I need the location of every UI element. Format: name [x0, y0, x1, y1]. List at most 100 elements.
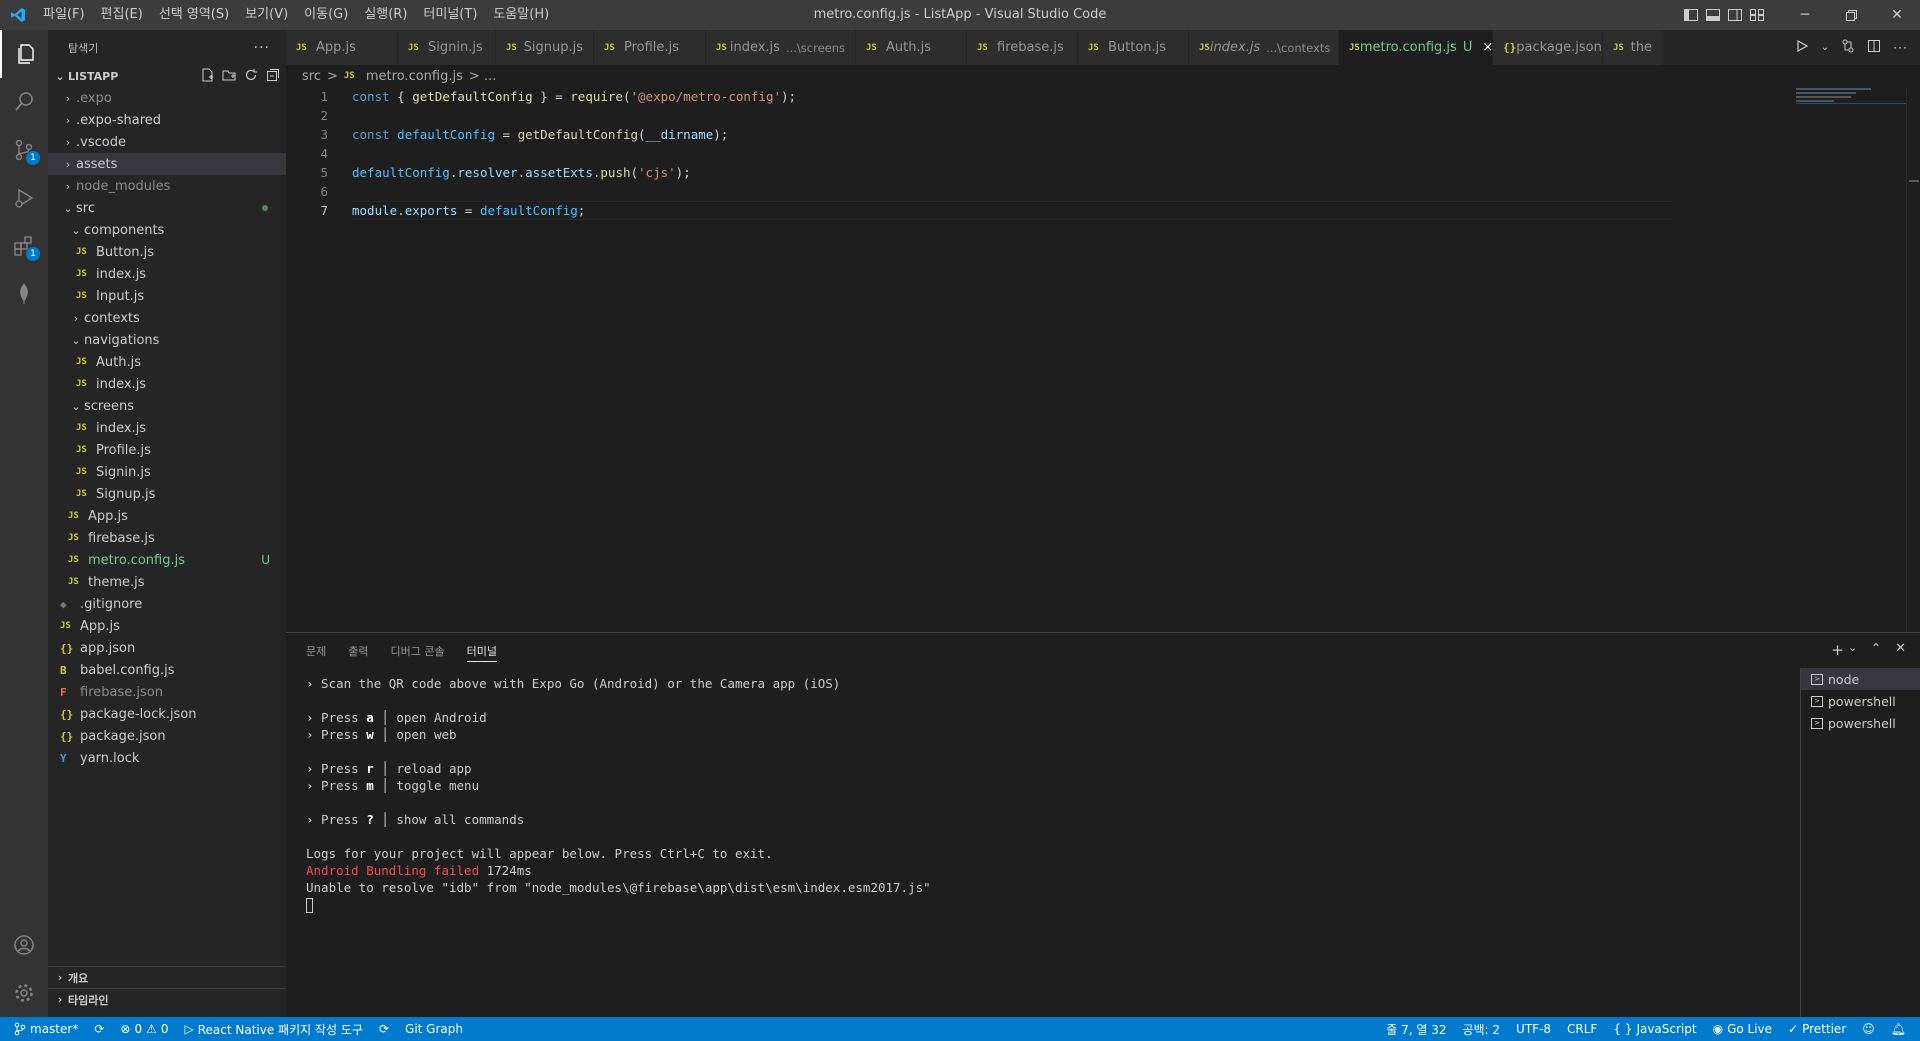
feedback-icon[interactable]: ☺: [1854, 1017, 1883, 1041]
tree-file[interactable]: JS firebase.js: [48, 527, 286, 549]
encoding[interactable]: UTF-8: [1508, 1017, 1559, 1041]
breadcrumb-file[interactable]: metro.config.js: [366, 69, 463, 84]
terminal-output[interactable]: › Scan the QR code above with Expo Go (A…: [306, 675, 1806, 913]
tree-file[interactable]: JS Input.js: [48, 285, 286, 307]
tree-file[interactable]: JS Signin.js: [48, 461, 286, 483]
problems-indicator[interactable]: ⊗ 0 ⚠ 0: [112, 1017, 176, 1041]
mongodb-leaf-icon[interactable]: [0, 270, 48, 318]
source-control-icon[interactable]: 1: [0, 126, 48, 174]
refresh-icon[interactable]: ⟳: [371, 1017, 397, 1041]
tree-file[interactable]: JS Signup.js: [48, 483, 286, 505]
tree-file[interactable]: JS metro.config.js U: [48, 549, 286, 571]
sync-icon[interactable]: ⟳: [86, 1017, 112, 1041]
close-icon[interactable]: ×: [1482, 40, 1493, 55]
minimize-button[interactable]: ─: [1782, 0, 1828, 30]
tree-file[interactable]: JS index.js: [48, 373, 286, 395]
tree-folder[interactable]: › .expo: [48, 87, 286, 109]
explorer-icon[interactable]: [0, 30, 48, 78]
tree-folder[interactable]: ⌄ components: [48, 219, 286, 241]
notifications-bell-icon[interactable]: 🔔︎: [1883, 1017, 1920, 1041]
account-icon[interactable]: [0, 921, 48, 969]
split-editor-icon[interactable]: [1867, 39, 1881, 56]
tree-file[interactable]: JS App.js: [48, 505, 286, 527]
customize-layout-icon[interactable]: [1746, 0, 1768, 30]
terminal-instance[interactable]: > powershell: [1801, 690, 1920, 712]
menu-view[interactable]: 보기(V): [237, 0, 296, 30]
editor-tab[interactable]: JS firebase.js: [967, 30, 1078, 65]
tree-file[interactable]: JS Auth.js: [48, 351, 286, 373]
new-terminal-icon[interactable]: +: [1831, 641, 1844, 659]
tree-file[interactable]: JS Button.js: [48, 241, 286, 263]
run-debug-icon[interactable]: [0, 174, 48, 222]
breadcrumb-folder[interactable]: src: [302, 69, 321, 84]
extensions-icon[interactable]: 1: [0, 222, 48, 270]
code-editor[interactable]: 1 const { getDefaultConfig } = require('@…: [286, 87, 1920, 632]
tree-file[interactable]: JS index.js: [48, 263, 286, 285]
language-mode[interactable]: { } JavaScript: [1605, 1017, 1704, 1041]
menu-selection[interactable]: 선택 영역(S): [151, 0, 237, 30]
tree-file[interactable]: ◆ .gitignore: [48, 593, 286, 615]
tree-file[interactable]: JS theme.js: [48, 571, 286, 593]
editor-tab[interactable]: JS App.js: [286, 30, 398, 65]
tree-file[interactable]: Ffirebase.json: [48, 681, 286, 703]
menu-edit[interactable]: 편집(E): [93, 0, 151, 30]
terminal-instance[interactable]: > powershell: [1801, 712, 1920, 734]
editor-tab[interactable]: JS metro.config.js U ×: [1339, 30, 1493, 65]
breadcrumb-symbol[interactable]: > ...: [469, 69, 496, 84]
tree-folder[interactable]: ⌄ src: [48, 197, 286, 219]
maximize-panel-icon[interactable]: ⌃: [1871, 641, 1881, 659]
editor-tab[interactable]: JS Auth.js: [856, 30, 967, 65]
more-actions-icon[interactable]: ···: [1893, 40, 1908, 55]
react-native-packager[interactable]: ▷ React Native 패키지 작성 도구: [177, 1017, 371, 1041]
open-changes-icon[interactable]: [1841, 39, 1855, 56]
tree-folder[interactable]: › .expo-shared: [48, 109, 286, 131]
editor-tab[interactable]: JS the: [1603, 30, 1663, 65]
tree-file[interactable]: {} app.json: [48, 637, 286, 659]
tree-file[interactable]: JS Profile.js: [48, 439, 286, 461]
git-graph-button[interactable]: Git Graph: [397, 1017, 471, 1041]
menu-go[interactable]: 이동(G): [296, 0, 356, 30]
editor-tab[interactable]: JS Button.js: [1078, 30, 1189, 65]
go-live-button[interactable]: ◉ Go Live: [1705, 1017, 1780, 1041]
timeline-section[interactable]: › 타임라인: [48, 988, 286, 1010]
menu-run[interactable]: 실행(R): [356, 0, 415, 30]
editor-scrollbar[interactable]: [1906, 87, 1920, 632]
menu-help[interactable]: 도움말(H): [485, 0, 557, 30]
settings-gear-icon[interactable]: [0, 969, 48, 1017]
terminal-prompt[interactable]: [306, 896, 1806, 913]
editor-tab[interactable]: JS Profile.js: [594, 30, 706, 65]
run-code-icon[interactable]: [1795, 39, 1809, 56]
editor-tab[interactable]: JS index.js ...\contexts: [1189, 30, 1339, 65]
refresh-icon[interactable]: [244, 68, 258, 85]
tab-output[interactable]: 출력: [348, 633, 368, 668]
tree-folder[interactable]: › .vscode: [48, 131, 286, 153]
branch-indicator[interactable]: master*: [0, 1017, 86, 1041]
toggle-secondary-sidebar-icon[interactable]: [1724, 0, 1746, 30]
close-window-button[interactable]: ✕: [1874, 0, 1920, 30]
editor-tab[interactable]: JS Signup.js: [496, 30, 594, 65]
tab-debug-console[interactable]: 디버그 콘솔: [391, 633, 445, 668]
tree-file[interactable]: JS App.js: [48, 615, 286, 637]
more-actions-icon[interactable]: ···: [254, 40, 270, 56]
tree-folder[interactable]: › contexts: [48, 307, 286, 329]
outline-section[interactable]: › 개요: [48, 966, 286, 988]
toggle-panel-icon[interactable]: [1702, 0, 1724, 30]
end-of-line[interactable]: CRLF: [1559, 1017, 1605, 1041]
tree-file[interactable]: Bbabel.config.js: [48, 659, 286, 681]
menu-terminal[interactable]: 터미널(T): [415, 0, 485, 30]
workspace-section-header[interactable]: ⌄ LISTAPP: [48, 65, 286, 87]
collapse-all-icon[interactable]: [266, 68, 280, 85]
prettier-button[interactable]: ✓ Prettier: [1780, 1017, 1854, 1041]
tree-file[interactable]: {} package-lock.json: [48, 703, 286, 725]
tree-folder[interactable]: ⌄ screens: [48, 395, 286, 417]
tree-folder[interactable]: › assets: [48, 153, 286, 175]
tab-terminal[interactable]: 터미널: [466, 633, 498, 668]
tree-folder[interactable]: ⌄ navigations: [48, 329, 286, 351]
chevron-down-icon[interactable]: ⌄: [1848, 641, 1857, 659]
new-folder-icon[interactable]: [222, 68, 236, 85]
tree-file[interactable]: {} package.json: [48, 725, 286, 747]
editor-tab[interactable]: JS index.js ...\screens: [706, 30, 856, 65]
editor-tab[interactable]: {} package.json: [1493, 30, 1603, 65]
cursor-position[interactable]: 줄 7, 열 32: [1378, 1017, 1454, 1041]
minimap[interactable]: [1796, 87, 1906, 147]
